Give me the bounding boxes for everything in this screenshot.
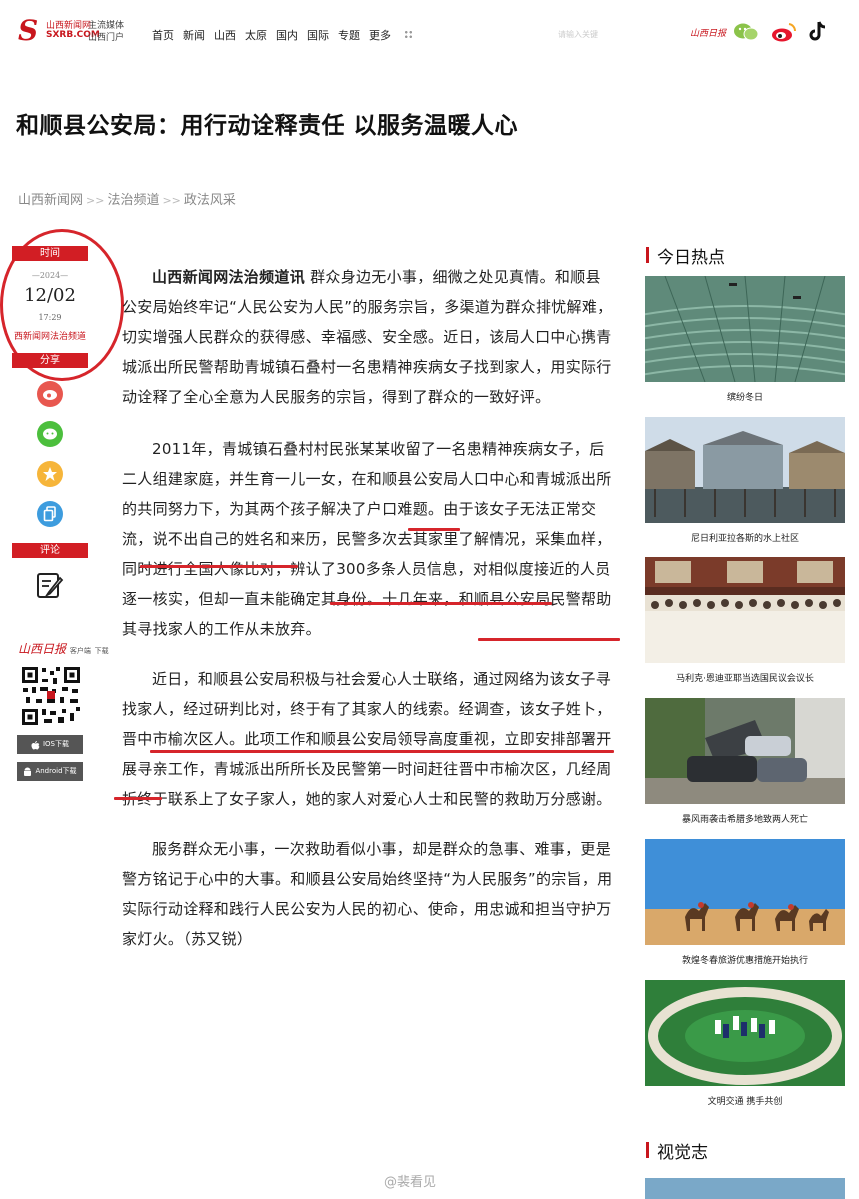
- hot-news-caption: 尼日利亚拉各斯的水上社区: [690, 534, 799, 544]
- visual-section-image[interactable]: [645, 1178, 845, 1199]
- nav-item-news[interactable]: 新闻: [183, 27, 205, 43]
- hot-news-image: [645, 698, 845, 804]
- hot-news-caption: 敦煌冬春旅游优惠措施开始执行: [681, 956, 808, 966]
- publish-year: —2024—: [31, 271, 69, 280]
- weibo-icon: [43, 390, 57, 400]
- comment-edit-icon[interactable]: [35, 570, 65, 600]
- qr-code-icon: [20, 665, 82, 727]
- hot-news-image: [645, 276, 845, 382]
- hot-news-card[interactable]: 缤纷冬日: [645, 276, 845, 403]
- hot-news-card[interactable]: 文明交通 携手共创: [645, 980, 845, 1107]
- article-source: 西新闻网法治频道: [13, 332, 86, 342]
- article-body: 山西新闻网法治频道讯 群众身边无小事，细微之处见真情。和顺县公安局始终牢记“人民…: [122, 262, 616, 974]
- nav-item-international[interactable]: 国际: [307, 27, 329, 43]
- hot-news-card[interactable]: 尼日利亚拉各斯的水上社区: [645, 417, 845, 544]
- left-rail: 时间 —2024— 12/02 17:29 西新闻网法治频道 分享 评论 山西日…: [12, 246, 109, 781]
- publish-date: —2024— 12/02 17:29 西新闻网法治频道: [12, 271, 88, 343]
- publish-time: 17:29: [38, 313, 62, 322]
- article-paragraph: 服务群众无小事，一次救助看似小事，却是群众的急事、难事，更是警方铭记于心中的大事…: [122, 840, 613, 948]
- ios-download-button[interactable]: IOS下载: [17, 735, 83, 754]
- hot-news-card[interactable]: 敦煌冬春旅游优惠措施开始执行: [645, 839, 845, 966]
- favorite-button[interactable]: [37, 461, 63, 487]
- tiktok-icon[interactable]: [808, 20, 828, 44]
- time-label: 时间: [12, 246, 88, 261]
- header-social-icons: 山西日报: [690, 20, 828, 44]
- visual-section-title: 视觉志: [646, 1138, 708, 1163]
- hot-news-image: [645, 417, 845, 523]
- share-wechat-button[interactable]: [37, 421, 63, 447]
- android-icon: [24, 767, 32, 776]
- nav-item-taiyuan[interactable]: 太原: [245, 27, 267, 43]
- hot-news-caption: 暴风雨袭击希腊多地致两人死亡: [681, 815, 808, 825]
- wechat-icon[interactable]: [732, 21, 760, 43]
- hot-news-caption: 文明交通 携手共创: [707, 1097, 783, 1107]
- grid-menu-icon[interactable]: [404, 30, 413, 39]
- wechat-icon: [43, 428, 57, 440]
- android-download-button[interactable]: Android下载: [17, 762, 83, 781]
- logo-mark: S: [18, 14, 39, 47]
- hot-news-card[interactable]: 马利克·恩迪亚耶当选国民议会议长: [645, 557, 845, 684]
- breadcrumb-item-law[interactable]: 法治频道: [107, 193, 159, 208]
- main-nav: 首页 新闻 山西 太原 国内 国际 专题 更多: [152, 27, 422, 43]
- nav-item-special[interactable]: 专题: [338, 27, 360, 43]
- red-underline-annotation: [478, 638, 620, 641]
- hot-news-card[interactable]: 暴风雨袭击希腊多地致两人死亡: [645, 698, 845, 825]
- share-buttons: [12, 368, 88, 527]
- hot-news-image: [645, 839, 845, 945]
- hot-news-caption: 缤纷冬日: [726, 393, 763, 403]
- breadcrumb: 山西新闻网 >> 法治频道 >> 政法风采: [18, 189, 236, 208]
- hot-news-caption: 马利克·恩迪亚耶当选国民议会议长: [676, 674, 814, 684]
- red-underline-annotation: [140, 565, 298, 568]
- nav-item-more[interactable]: 更多: [369, 27, 391, 43]
- breadcrumb-separator: >>: [86, 194, 105, 207]
- weibo-watermark: @裴看见: [384, 1175, 437, 1190]
- paragraph-text: 群众身边无小事，细微之处见真情。和顺县公安局始终牢记“人民公安为人民”的服务宗旨…: [122, 268, 613, 406]
- search-input[interactable]: 请输入关键: [552, 26, 666, 44]
- hot-news-title: 今日热点: [646, 243, 725, 268]
- hot-news-image: [645, 980, 845, 1086]
- copy-icon: [43, 506, 56, 522]
- breadcrumb-item-home[interactable]: 山西新闻网: [18, 193, 83, 208]
- red-underline-annotation: [330, 602, 552, 605]
- slogan-line2: 山西门户: [88, 33, 125, 43]
- share-weibo-button[interactable]: [37, 381, 63, 407]
- article-title: 和顺县公安局：用行动诠释责任 以服务温暖人心: [16, 113, 519, 139]
- android-download-label: Android下载: [35, 767, 77, 775]
- apple-icon: [31, 740, 40, 749]
- article-lead-source: 山西新闻网法治频道讯: [152, 268, 306, 286]
- article-paragraph: 山西新闻网法治频道讯 群众身边无小事，细微之处见真情。和顺县公安局始终牢记“人民…: [122, 262, 616, 412]
- comment-label: 评论: [12, 543, 88, 558]
- app-download-title: 山西日报 客户端 下载: [12, 640, 109, 657]
- copy-link-button[interactable]: [37, 501, 63, 527]
- breadcrumb-separator: >>: [162, 194, 181, 207]
- red-underline-annotation: [114, 797, 162, 800]
- share-label: 分享: [12, 353, 88, 368]
- weibo-icon[interactable]: [770, 21, 798, 43]
- hot-news-image: [645, 557, 845, 663]
- app-client-label: 客户端: [69, 647, 91, 655]
- article-paragraph: 近日，和顺县公安局积极与社会爱心人士联络，通过网络为该女子寻找家人，经过研判比对…: [122, 670, 612, 808]
- nav-item-home[interactable]: 首页: [152, 27, 174, 43]
- publish-month-day: 12/02: [24, 285, 76, 306]
- app-download-label: 下载: [94, 647, 109, 655]
- shanxi-daily-logo-icon[interactable]: 山西日报: [690, 26, 726, 39]
- star-icon: [43, 467, 57, 481]
- article-paragraph: 2011年，青城镇石叠村村民张某某收留了一名患精神疾病女子，后二人组建家庭，并生…: [122, 440, 612, 638]
- red-underline-annotation: [150, 750, 614, 753]
- breadcrumb-item-politics[interactable]: 政法风采: [184, 193, 236, 208]
- app-brand: 山西日报: [18, 642, 67, 656]
- site-logo[interactable]: S 山西新闻网 SXRB.COM 主流媒体 山西门户: [18, 16, 144, 48]
- red-underline-annotation: [408, 528, 460, 531]
- nav-item-domestic[interactable]: 国内: [276, 27, 298, 43]
- top-navigation-bar: S 山西新闻网 SXRB.COM 主流媒体 山西门户 首页 新闻 山西 太原 国…: [0, 0, 859, 68]
- nav-item-shanxi[interactable]: 山西: [214, 27, 236, 43]
- ios-download-label: IOS下载: [42, 740, 70, 748]
